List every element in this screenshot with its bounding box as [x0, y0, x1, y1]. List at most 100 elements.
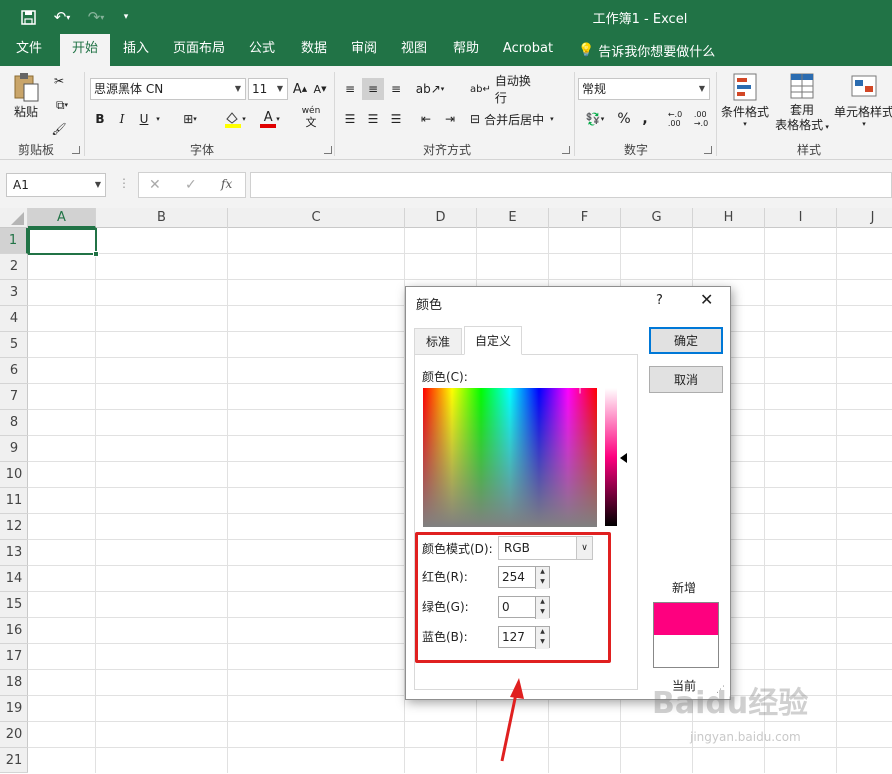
more-options-icon[interactable]: ⋮ — [118, 176, 130, 190]
decrease-decimal-icon[interactable]: .00 →.0 — [690, 108, 712, 130]
tab-home[interactable]: 开始 — [60, 34, 110, 66]
wrap-text-button[interactable]: ab↵ 自动换行 — [470, 74, 542, 105]
tab-help[interactable]: 帮助 — [444, 34, 488, 66]
ok-button[interactable]: 确定 — [649, 327, 723, 354]
column-header-h[interactable]: H — [693, 208, 765, 228]
font-size-combo[interactable]: 11 ▼ — [248, 78, 288, 100]
comma-style-button[interactable]: , — [638, 108, 652, 130]
font-launcher-icon[interactable] — [324, 146, 332, 154]
grow-font-icon[interactable]: A ▲ — [292, 78, 308, 100]
align-right-icon[interactable]: ☰ — [386, 108, 406, 130]
tab-insert[interactable]: 插入 — [114, 34, 158, 66]
row-header-19[interactable]: 19 — [0, 696, 28, 722]
undo-icon[interactable]: ↶ ▾ — [50, 7, 74, 27]
column-header-f[interactable]: F — [549, 208, 621, 228]
decrease-indent-icon[interactable]: ⇤ — [416, 108, 436, 130]
column-header-b[interactable]: B — [96, 208, 228, 228]
format-painter-icon[interactable]: 🖌 — [48, 118, 70, 140]
column-header-g[interactable]: G — [621, 208, 693, 228]
column-header-a[interactable]: A — [28, 208, 96, 228]
column-header-e[interactable]: E — [477, 208, 549, 228]
save-icon[interactable] — [18, 7, 38, 27]
row-header-1[interactable]: 1 — [0, 228, 28, 254]
column-header-d[interactable]: D — [405, 208, 477, 228]
chevron-down-icon[interactable]: ▾ — [152, 108, 164, 130]
phonetic-icon[interactable]: wén 文 — [298, 106, 324, 130]
orientation-icon[interactable]: ab↗ ▾ — [416, 78, 445, 100]
luminance-slider[interactable] — [605, 388, 617, 526]
tab-data[interactable]: 数据 — [292, 34, 336, 66]
name-box[interactable]: A1 ▼ — [6, 173, 106, 197]
row-header-6[interactable]: 6 — [0, 358, 28, 384]
color-crosshair[interactable]: ┼ — [577, 384, 587, 394]
row-header-13[interactable]: 13 — [0, 540, 28, 566]
tab-acrobat[interactable]: Acrobat — [498, 34, 558, 66]
select-all-corner[interactable] — [0, 208, 28, 228]
column-header-i[interactable]: I — [765, 208, 837, 228]
row-header-3[interactable]: 3 — [0, 280, 28, 306]
active-cell-a1[interactable] — [28, 228, 99, 257]
row-header-20[interactable]: 20 — [0, 722, 28, 748]
row-header-4[interactable]: 4 — [0, 306, 28, 332]
alignment-launcher-icon[interactable] — [562, 146, 570, 154]
fill-handle[interactable] — [93, 251, 99, 257]
increase-decimal-icon[interactable]: ←.0.00 — [664, 108, 686, 130]
cancel-button[interactable]: 取消 — [649, 366, 723, 393]
accounting-format-icon[interactable]: 💱 ▾ — [580, 108, 610, 130]
row-header-17[interactable]: 17 — [0, 644, 28, 670]
insert-function-button[interactable]: fx — [221, 177, 232, 191]
conditional-formatting-button[interactable]: 条件格式 ▾ — [720, 72, 770, 128]
align-bottom-icon[interactable]: ≡ — [386, 78, 406, 100]
row-header-14[interactable]: 14 — [0, 566, 28, 592]
shrink-font-icon[interactable]: A ▼ — [312, 78, 328, 100]
increase-indent-icon[interactable]: ⇥ — [440, 108, 460, 130]
borders-icon[interactable]: ⊞ ▾ — [178, 108, 202, 130]
number-format-combo[interactable]: 常规 ▼ — [578, 78, 710, 100]
cancel-icon[interactable]: ✕ — [149, 177, 161, 193]
font-name-combo[interactable]: 思源黑体 CN ▼ — [90, 78, 246, 100]
cut-icon[interactable]: ✂ — [48, 70, 70, 92]
number-launcher-icon[interactable] — [704, 146, 712, 154]
formula-input[interactable] — [250, 172, 892, 198]
tab-review[interactable]: 审阅 — [342, 34, 386, 66]
clipboard-launcher-icon[interactable] — [72, 146, 80, 154]
copy-icon[interactable]: ⧉ ▾ — [48, 94, 76, 116]
close-icon[interactable]: ✕ — [700, 290, 713, 309]
row-header-18[interactable]: 18 — [0, 670, 28, 696]
customize-toolbar-icon[interactable]: ▾ — [118, 7, 134, 27]
row-header-12[interactable]: 12 — [0, 514, 28, 540]
row-header-15[interactable]: 15 — [0, 592, 28, 618]
row-header-10[interactable]: 10 — [0, 462, 28, 488]
italic-button[interactable]: I — [114, 108, 130, 130]
tab-standard[interactable]: 标准 — [414, 328, 462, 354]
tell-me-box[interactable]: 💡 告诉我你想要做什么 — [578, 34, 715, 66]
row-header-7[interactable]: 7 — [0, 384, 28, 410]
luminance-pointer-icon[interactable] — [620, 453, 627, 463]
row-header-11[interactable]: 11 — [0, 488, 28, 514]
underline-button[interactable]: U — [136, 108, 152, 130]
column-header-c[interactable]: C — [228, 208, 405, 228]
help-button[interactable]: ? — [656, 293, 663, 308]
merge-center-button[interactable]: ⊟ 合并后居中 ▾ — [470, 108, 570, 130]
paste-button[interactable]: 粘贴 — [10, 72, 42, 122]
bold-button[interactable]: B — [92, 108, 108, 130]
enter-icon[interactable]: ✓ — [185, 177, 197, 193]
row-header-8[interactable]: 8 — [0, 410, 28, 436]
redo-icon[interactable]: ↷ ▾ — [84, 7, 108, 27]
column-header-j[interactable]: J — [837, 208, 892, 228]
percent-button[interactable]: % — [614, 108, 634, 130]
row-header-2[interactable]: 2 — [0, 254, 28, 280]
row-header-16[interactable]: 16 — [0, 618, 28, 644]
tab-page-layout[interactable]: 页面布局 — [166, 34, 232, 66]
format-as-table-button[interactable]: 套用 表格格式 ▾ — [774, 72, 830, 134]
row-header-5[interactable]: 5 — [0, 332, 28, 358]
fill-color-icon[interactable]: ▾ — [222, 108, 248, 130]
color-spectrum[interactable]: ┼ — [423, 384, 597, 527]
row-header-21[interactable]: 21 — [0, 748, 28, 773]
tab-view[interactable]: 视图 — [392, 34, 436, 66]
tab-file[interactable]: 文件 — [4, 34, 54, 66]
align-left-icon[interactable]: ☰ — [340, 108, 360, 130]
tab-custom[interactable]: 自定义 — [464, 326, 522, 355]
font-color-icon[interactable]: A ▾ — [256, 108, 284, 130]
align-top-icon[interactable]: ≡ — [340, 78, 360, 100]
